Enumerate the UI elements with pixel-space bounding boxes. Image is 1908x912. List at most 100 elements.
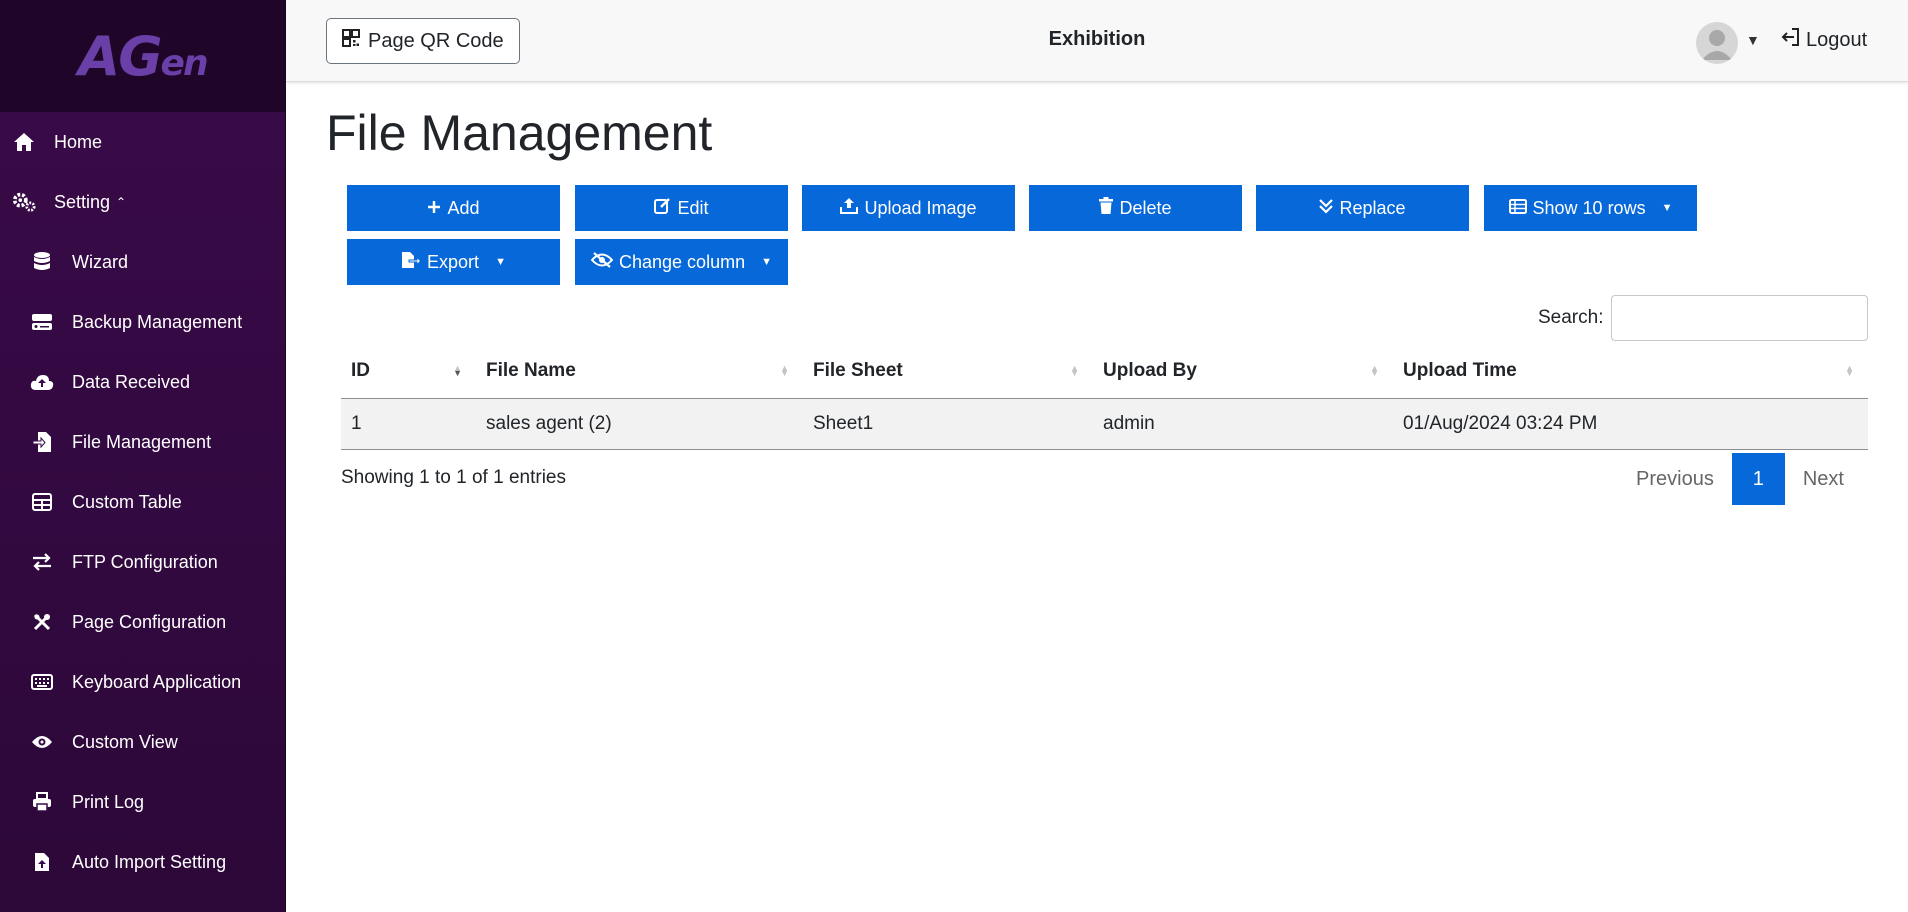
sidebar-item-label: Custom Table [72,491,182,512]
previous-page-button[interactable]: Previous [1618,453,1732,505]
search-input[interactable] [1611,295,1868,341]
add-button[interactable]: Add [347,185,560,231]
gears-icon [12,190,36,214]
upload-icon [840,197,859,219]
column-header-upload-time[interactable]: Upload Time ▲ ▼ [1393,344,1868,399]
column-header-id[interactable]: ID ▲ ▼ [341,344,476,399]
column-header-upload-by[interactable]: Upload By ▲ ▼ [1093,344,1393,399]
sidebar-item-label: FTP Configuration [72,551,218,572]
cell-file-name: sales agent (2) [476,398,803,450]
column-label: File Sheet [813,359,903,381]
chevron-up-icon: ⌃ [116,195,127,209]
page-button-current[interactable]: 1 [1731,453,1785,505]
trash-icon [1099,197,1114,219]
page-title: File Management [326,105,713,161]
file-table: ID ▲ ▼ File Name ▲ ▼ File Sheet ▲ ▼ Upload … [341,344,1868,450]
edit-button[interactable]: Edit [575,185,788,231]
sidebar-item-label: Home [54,131,103,152]
file-import-icon [30,430,54,454]
sidebar-item-backup-management[interactable]: Backup Management [0,292,285,352]
cell-file-sheet: Sheet1 [803,398,1093,450]
sidebar-item-label: Custom View [72,731,178,752]
caret-down-icon: ▼ [761,256,772,268]
cell-id: 1 [341,398,476,450]
home-icon [12,130,36,154]
column-label: Upload By [1103,359,1197,381]
avatar[interactable] [1696,22,1738,64]
export-button[interactable]: Export ▼ [347,239,560,285]
qr-button-label: Page QR Code [368,29,504,52]
logo[interactable]: AGen [0,0,285,112]
sidebar-item-print-log[interactable]: Print Log [0,772,285,832]
column-label: Upload Time [1403,359,1517,381]
main-content: File Management Add Edit Upload Image De… [286,82,1908,908]
sidebar-item-label: Data Received [72,371,191,392]
sidebar-item-custom-table[interactable]: Custom Table [0,472,285,532]
sidebar-item-wizard[interactable]: Wizard [0,232,285,292]
sidebar-item-label: File Management [72,431,212,452]
replace-button[interactable]: Replace [1256,185,1469,231]
cloud-upload-icon [30,370,54,394]
avatar-dropdown-icon[interactable]: ▼ [1746,32,1760,48]
sort-icon: ▲ ▼ [1070,363,1079,378]
sidebar-item-custom-view[interactable]: Custom View [0,712,285,772]
delete-label: Delete [1119,197,1172,218]
table-row[interactable]: 1 sales agent (2) Sheet1 admin 01/Aug/20… [341,398,1868,450]
show-rows-label: Show 10 rows [1532,197,1646,218]
sidebar-item-data-received[interactable]: Data Received [0,352,285,412]
sidebar-item-page-configuration[interactable]: Page Configuration [0,592,285,652]
pagination: Previous 1 Next [1618,453,1862,505]
column-label: File Name [486,359,576,381]
show-rows-button[interactable]: Show 10 rows ▼ [1484,185,1697,231]
sidebar-item-setting[interactable]: Setting ⌃ [0,172,285,232]
sidebar-item-label: Wizard [72,251,129,272]
keyboard-icon [30,670,54,694]
sidebar-item-label: Print Log [72,791,145,812]
database-icon [30,250,54,274]
logo-main: AG [78,24,162,88]
column-header-file-sheet[interactable]: File Sheet ▲ ▼ [803,344,1093,399]
qr-code-icon [342,29,360,53]
sort-icon: ▲ ▼ [453,363,462,378]
sort-icon: ▲ ▼ [1845,363,1854,378]
top-bar: Page QR Code Exhibition ▼ Logout [286,0,1908,82]
upload-image-button[interactable]: Upload Image [802,185,1015,231]
next-page-button[interactable]: Next [1785,453,1862,505]
sidebar-item-label: Keyboard Application [72,671,242,692]
sidebar-nav: Home Setting ⌃ Wizard Backup Management [0,112,285,892]
sidebar-item-home[interactable]: Home [0,112,285,172]
logo-sub: en [160,42,209,84]
cell-upload-by: admin [1093,398,1393,450]
file-upload-icon [30,850,54,874]
exchange-icon [30,550,54,574]
tools-icon [30,610,54,634]
table-header-row: ID ▲ ▼ File Name ▲ ▼ File Sheet ▲ ▼ Upload … [341,344,1868,399]
eye-icon [30,730,54,754]
sidebar-item-keyboard-application[interactable]: Keyboard Application [0,652,285,712]
delete-button[interactable]: Delete [1029,185,1242,231]
replace-label: Replace [1339,197,1406,218]
upload-image-label: Upload Image [864,197,977,218]
logout-button[interactable]: Logout [1780,28,1867,52]
edit-icon [654,197,671,219]
add-label: Add [447,197,480,218]
sidebar-item-ftp-configuration[interactable]: FTP Configuration [0,532,285,592]
caret-down-icon: ▼ [495,256,506,268]
sidebar-item-file-management[interactable]: File Management [0,412,285,472]
change-column-button[interactable]: Change column ▼ [575,239,788,285]
export-label: Export [427,251,480,272]
table-info: Showing 1 to 1 of 1 entries [341,467,566,488]
sidebar-item-label: Setting [54,191,111,212]
column-header-file-name[interactable]: File Name ▲ ▼ [476,344,803,399]
printer-icon [30,790,54,814]
sidebar-item-auto-import-setting[interactable]: Auto Import Setting [0,832,285,892]
page-qr-code-button[interactable]: Page QR Code [326,18,520,64]
plus-icon [427,198,441,219]
column-label: ID [351,359,370,381]
eye-slash-icon [590,251,614,273]
logout-icon [1780,28,1800,52]
header-title: Exhibition [1048,28,1146,50]
change-column-label: Change column [619,251,746,272]
cell-upload-time: 01/Aug/2024 03:24 PM [1393,398,1868,450]
sidebar-item-label: Auto Import Setting [72,851,227,872]
